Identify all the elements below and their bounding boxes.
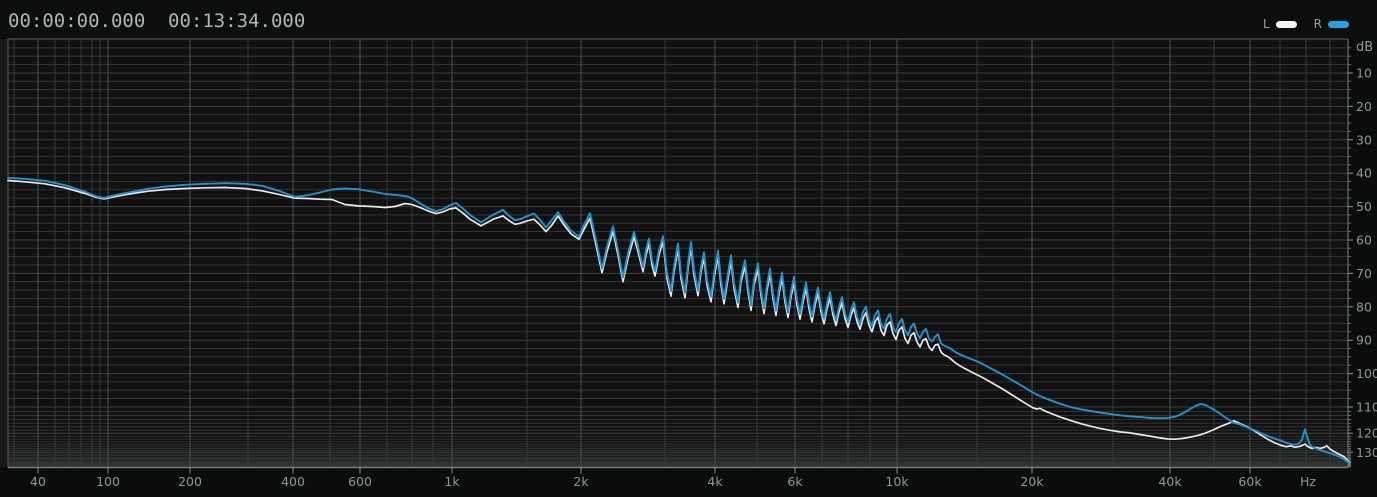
x-axis-labels: 40 100 200 400 600 1k 2k 4k 6k 10k 20k 40k 60k Hz xyxy=(30,467,1316,489)
x-axis-tick-label: 4k xyxy=(707,474,723,489)
x-axis-tick-label: 10k xyxy=(885,474,909,489)
x-axis-tick-label: 40k xyxy=(1158,474,1182,489)
x-axis-tick-label: 600 xyxy=(348,474,372,489)
y-axis-tick-label: 20 xyxy=(1356,99,1372,114)
x-axis-tick-label: 60k xyxy=(1238,474,1262,489)
y-axis-tick-label: 130 xyxy=(1356,445,1377,460)
y-axis-tick-label: 50 xyxy=(1356,199,1372,214)
y-axis-tick-label: 110 xyxy=(1356,400,1377,415)
x-axis-tick-label: 100 xyxy=(96,474,120,489)
x-axis-tick-label: 40 xyxy=(30,474,46,489)
x-axis-tick-label: 1k xyxy=(444,474,460,489)
y-axis-unit-label: dB xyxy=(1356,40,1373,55)
y-axis-tick-label: 70 xyxy=(1356,266,1372,281)
y-axis-tick-label: 80 xyxy=(1356,299,1372,314)
spectrum-plot-canvas[interactable]: 40 100 200 400 600 1k 2k 4k 6k 10k 20k 40k 60k Hz 10 20… xyxy=(0,0,1377,497)
x-axis-tick-label: 20k xyxy=(1020,474,1044,489)
x-axis-tick-label: 200 xyxy=(178,474,202,489)
y-axis-tick-label: 120 xyxy=(1356,426,1377,441)
y-axis-labels: 10 20 30 40 50 60 70 80 90 100 110 120 130 dB xyxy=(1348,40,1377,468)
y-axis-tick-label: 100 xyxy=(1356,366,1377,381)
y-axis-tick-label: 40 xyxy=(1356,166,1372,181)
x-axis-tick-label: 6k xyxy=(787,474,803,489)
y-axis-tick-label: 90 xyxy=(1356,333,1372,348)
x-axis-tick-label: 2k xyxy=(573,474,589,489)
spectrum-analyzer-window: 00:00:00.000 00:13:34.000 L R 40 100 200 40… xyxy=(0,0,1377,497)
y-axis-tick-label: 10 xyxy=(1356,66,1372,81)
y-axis-tick-label: 60 xyxy=(1356,233,1372,248)
y-axis-tick-label: 30 xyxy=(1356,132,1372,147)
x-axis-tick-label: 400 xyxy=(281,474,305,489)
x-axis-unit-label: Hz xyxy=(1300,474,1316,489)
